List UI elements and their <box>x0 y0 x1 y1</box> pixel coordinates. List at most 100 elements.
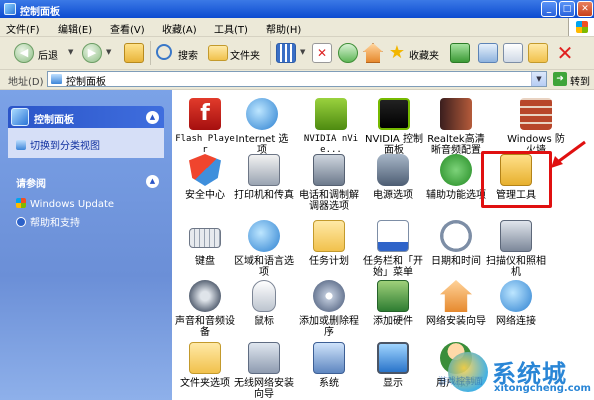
power-options-icon <box>377 154 409 186</box>
copy-to-button[interactable] <box>503 43 523 63</box>
windows-flag <box>568 18 594 36</box>
forward-button[interactable]: ▶ ▼ <box>82 43 118 63</box>
search-icon <box>156 44 172 60</box>
stop-x-icon: ✕ <box>556 41 574 65</box>
back-arrow-icon: ◀ <box>14 43 34 63</box>
move-to-button[interactable] <box>528 43 548 63</box>
back-dropdown-icon: ▼ <box>68 48 74 56</box>
title-bar[interactable]: 控制面板 _ □ ✕ <box>0 0 594 18</box>
address-dropdown-icon[interactable]: ▼ <box>531 72 546 86</box>
display-icon <box>377 342 409 374</box>
refresh-icon <box>338 43 358 63</box>
history-icon <box>450 43 470 63</box>
close-button[interactable]: ✕ <box>577 1 593 17</box>
printers-fax-icon <box>248 154 280 186</box>
windows-logo-icon <box>576 21 588 33</box>
close-icon: ✕ <box>581 4 589 14</box>
folders-button[interactable]: 文件夹 <box>208 43 266 63</box>
network-setup-wizard-icon <box>440 280 472 312</box>
item-label: 任务计划 <box>309 256 349 267</box>
views-button[interactable]: ▼ <box>276 43 310 63</box>
home-button[interactable] <box>363 43 383 63</box>
date-time-icon <box>440 220 472 252</box>
maximize-button[interactable]: □ <box>559 1 575 17</box>
item-label: Realtek高清晰音频配置 <box>427 134 485 156</box>
flash-player-icon: f <box>189 98 221 130</box>
system-icon <box>313 342 345 374</box>
network-drive-icon <box>478 43 498 63</box>
delete-button[interactable]: ✕ <box>312 43 332 63</box>
scheduled-tasks-icon <box>313 220 345 252</box>
windows-firewall-icon <box>520 98 552 130</box>
section-header[interactable]: 请参阅 ▲ <box>8 170 164 192</box>
refresh-button[interactable] <box>338 43 358 63</box>
section-header[interactable]: 控制面板 ▲ <box>8 106 164 128</box>
forward-arrow-icon: ▶ <box>82 43 102 63</box>
maximize-icon: □ <box>562 4 572 14</box>
toolbar-separator <box>150 41 151 65</box>
back-button[interactable]: ◀ 后退 ▼ <box>14 43 78 63</box>
help-support-link[interactable]: 帮助和支持 <box>16 214 80 229</box>
toolbar-separator <box>270 41 271 65</box>
favorites-label: 收藏夹 <box>409 51 439 62</box>
item-label: 任务栏和「开始」菜单 <box>363 256 423 278</box>
favorites-star-icon: ★ <box>388 42 406 63</box>
home-icon <box>363 43 383 63</box>
highlight-box <box>481 151 552 208</box>
item-label: 鼠标 <box>254 316 274 327</box>
minimize-button[interactable]: _ <box>541 1 557 17</box>
wireless-setup-wizard-icon <box>248 342 280 374</box>
chevron-up-icon[interactable]: ▲ <box>146 175 159 188</box>
item-label: 电源选项 <box>373 190 413 201</box>
go-button[interactable]: 转到 <box>570 73 590 88</box>
menu-file[interactable]: 文件(F) <box>6 21 40 36</box>
item-label: 键盘 <box>195 256 215 267</box>
menu-view[interactable]: 查看(V) <box>110 21 145 36</box>
add-hardware-icon <box>377 280 409 312</box>
scanner-camera-icon <box>500 220 532 252</box>
item-label: 无线网络安装向导 <box>234 378 294 400</box>
address-input[interactable]: 控制面板 ▼ <box>47 71 547 88</box>
link-label: 切换到分类视图 <box>30 141 100 152</box>
internet-options-icon <box>246 98 278 130</box>
item-label: 安全中心 <box>185 190 225 201</box>
views-dropdown-icon: ▼ <box>300 48 306 56</box>
item-label: 声音和音频设备 <box>175 316 235 338</box>
stop-button[interactable]: ✕ <box>555 43 577 63</box>
minimize-icon: _ <box>546 4 552 14</box>
network-drive-button[interactable] <box>478 43 498 63</box>
network-connections-icon <box>500 280 532 312</box>
windows-update-link[interactable]: Windows Update <box>16 198 114 210</box>
watermark-url: xitongcheng.com <box>494 383 591 394</box>
link-label: Windows Update <box>30 199 115 210</box>
keyboard-icon <box>189 228 221 248</box>
folders-label: 文件夹 <box>230 51 260 62</box>
switch-to-category-view-link[interactable]: 切换到分类视图 <box>16 137 100 152</box>
menu-favorites[interactable]: 收藏(A) <box>162 21 197 36</box>
control-panel-window: 控制面板 _ □ ✕ 文件(F) 编辑(E) 查看(V) 收藏(A) 工具(T)… <box>0 0 594 400</box>
item-label: 电话和调制解调器选项 <box>299 190 359 212</box>
go-arrow-icon[interactable]: ➜ <box>553 72 567 86</box>
search-label: 搜索 <box>178 51 198 62</box>
control-panel-icon <box>11 108 29 126</box>
nvidia-nview-icon <box>315 98 347 130</box>
control-panel-icon <box>51 74 62 84</box>
up-folder-button[interactable] <box>124 43 146 63</box>
item-label: 文件夹选项 <box>180 378 230 389</box>
favorites-button[interactable]: ★ 收藏夹 <box>387 43 443 63</box>
menu-help[interactable]: 帮助(H) <box>266 21 301 36</box>
section-title: 控制面板 <box>34 115 74 126</box>
history-button[interactable] <box>450 43 470 63</box>
window-title: 控制面板 <box>20 7 60 18</box>
control-panel-section: 控制面板 ▲ 切换到分类视图 <box>8 106 164 166</box>
copy-to-icon <box>503 43 523 63</box>
menu-edit[interactable]: 编辑(E) <box>58 21 92 36</box>
menu-tools[interactable]: 工具(T) <box>214 21 248 36</box>
windows-update-icon <box>16 198 26 208</box>
item-label: 日期和时间 <box>431 256 481 267</box>
views-icon <box>276 43 296 63</box>
up-folder-icon <box>124 43 144 63</box>
search-button[interactable]: 搜索 <box>156 43 204 63</box>
category-view-icon <box>16 140 26 150</box>
chevron-up-icon[interactable]: ▲ <box>146 111 159 124</box>
